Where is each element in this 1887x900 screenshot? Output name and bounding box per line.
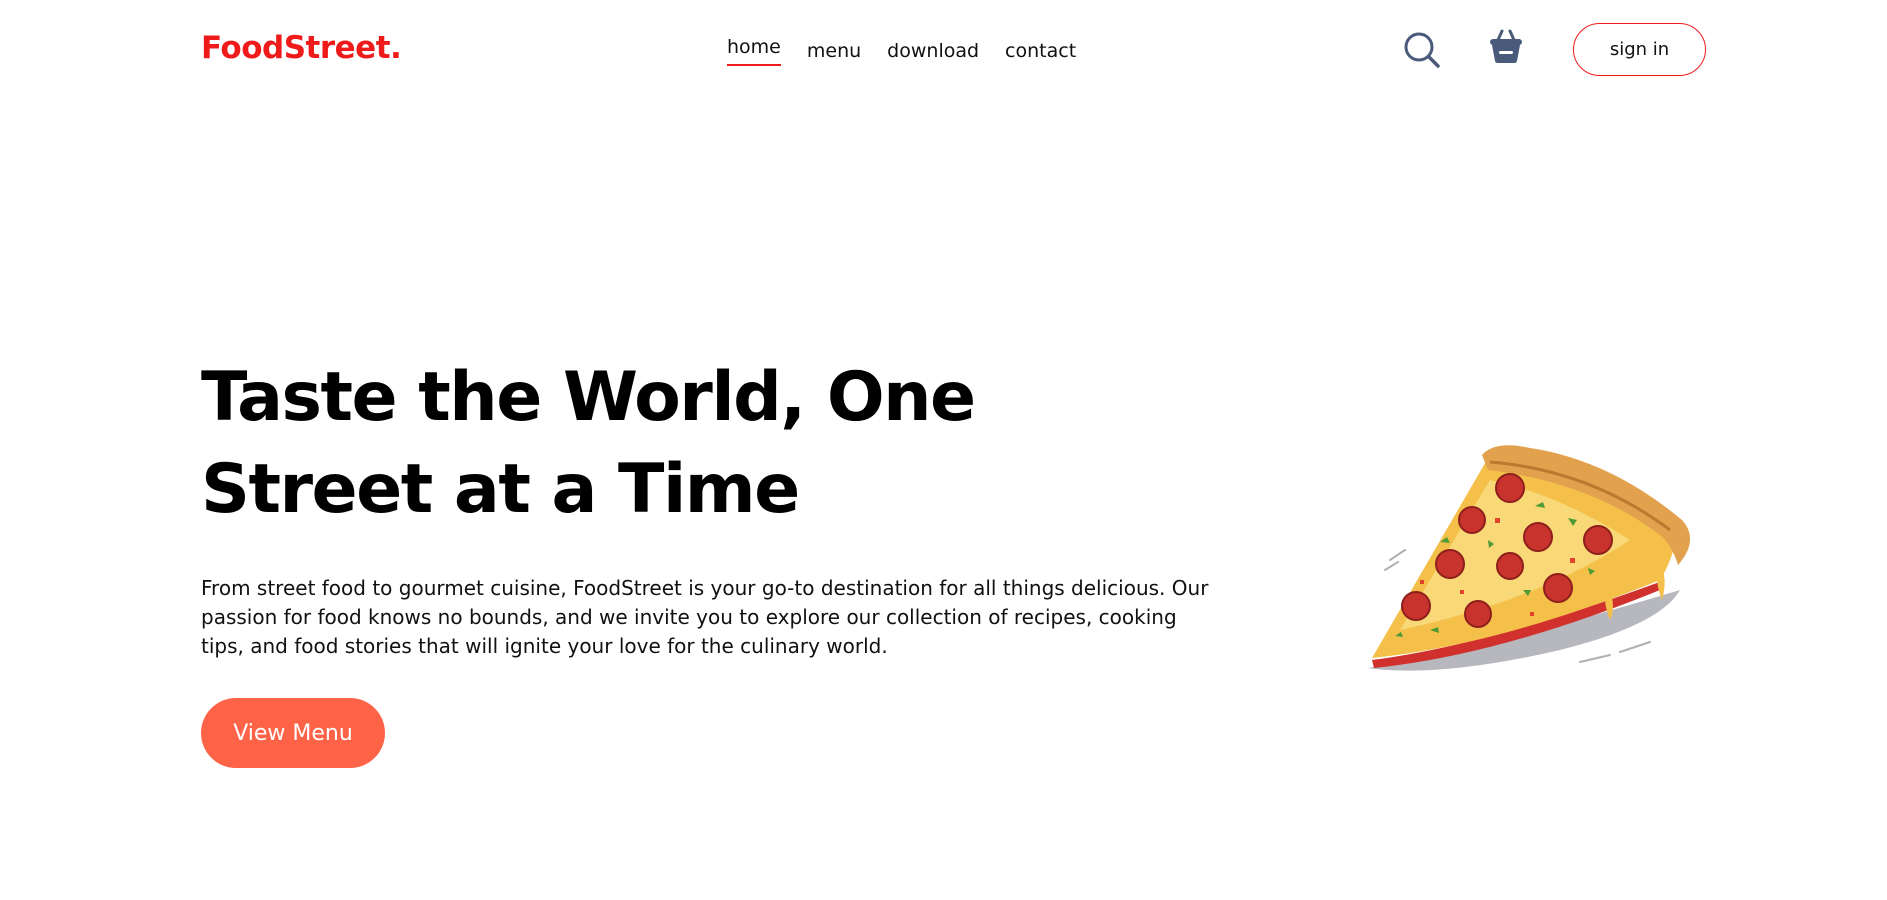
main-nav: home menu download contact <box>727 36 1076 70</box>
landing-page: FoodStreet. home menu download contact s… <box>0 0 1887 900</box>
nav-item-download[interactable]: download <box>887 38 979 70</box>
sign-in-button[interactable]: sign in <box>1573 23 1706 76</box>
logo[interactable]: FoodStreet. <box>201 30 402 66</box>
view-menu-button[interactable]: View Menu <box>201 698 385 768</box>
search-icon[interactable] <box>1403 31 1441 69</box>
nav-item-menu[interactable]: menu <box>807 38 861 70</box>
site-header: FoodStreet. home menu download contact s… <box>0 0 1887 102</box>
hero-description: From street food to gourmet cuisine, Foo… <box>201 576 1209 658</box>
pizza-slice-image <box>1360 440 1700 680</box>
basket-icon[interactable] <box>1487 28 1525 66</box>
nav-item-contact[interactable]: contact <box>1005 38 1076 70</box>
nav-item-home[interactable]: home <box>727 34 781 66</box>
hero-title: Taste the World, One Street at a Time <box>201 358 976 529</box>
